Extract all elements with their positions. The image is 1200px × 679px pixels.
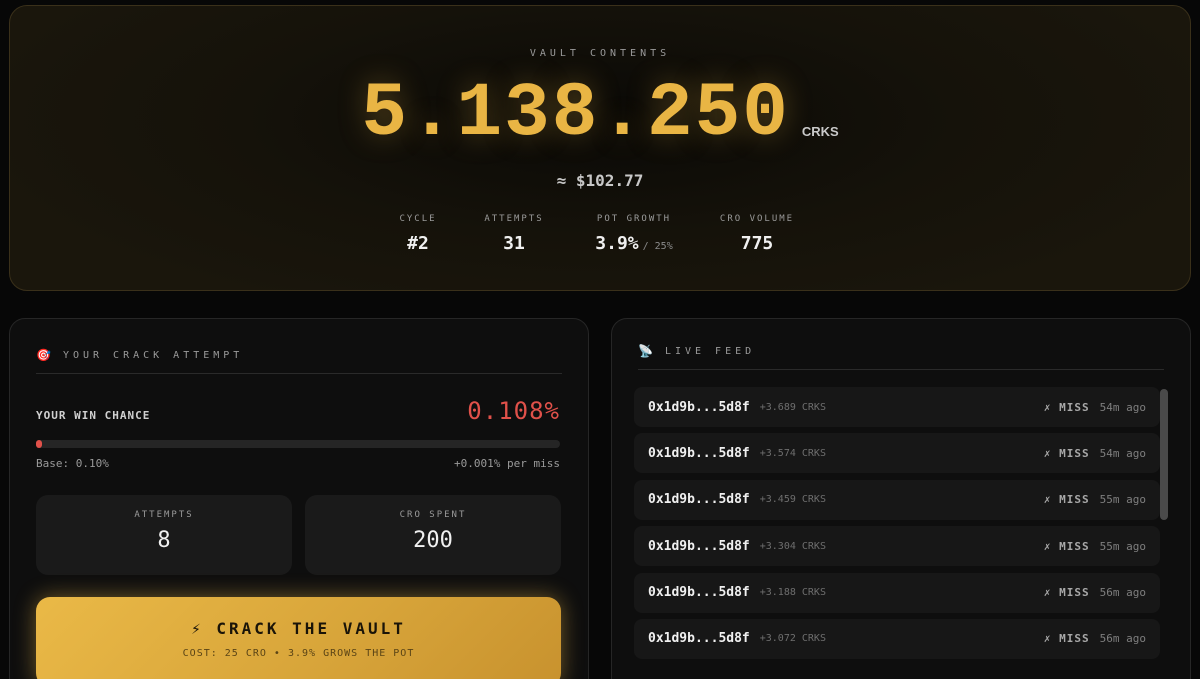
stat-attempts: ATTEMPTS 31: [468, 214, 560, 254]
feed-row[interactable]: 0x1d9b...5d8f +3.072 CRKS ✗ MISS 56m ago: [634, 618, 1160, 659]
vault-usd-value: ≈ $102.77: [556, 171, 644, 190]
feed-amount: +3.689 CRKS: [759, 401, 826, 413]
stat-cycle-value: #2: [407, 233, 429, 254]
win-chance-bar: [36, 440, 560, 448]
cro-spent-card: CRO SPENT 200: [305, 495, 561, 575]
vault-unit: CRKS: [801, 124, 839, 139]
vault-amount-row: 5.138.250 CRKS: [10, 72, 1190, 152]
stat-attempts-label: ATTEMPTS: [484, 214, 544, 224]
feed-row[interactable]: 0x1d9b...5d8f +3.574 CRKS ✗ MISS 54m ago: [634, 433, 1160, 474]
feed-address: 0x1d9b...5d8f: [648, 585, 750, 601]
cro-spent-card-value: 200: [413, 528, 453, 553]
stat-pot-growth-value: 3.9%: [595, 233, 639, 254]
feed-amount: +3.304 CRKS: [759, 540, 826, 552]
win-chance-value: 0.108%: [467, 397, 560, 425]
feed-row[interactable]: 0x1d9b...5d8f +3.304 CRKS ✗ MISS 55m ago: [634, 526, 1160, 567]
attempts-card-value: 8: [157, 528, 171, 553]
stat-cro-volume-label: CRO VOLUME: [719, 214, 795, 224]
feed-address: 0x1d9b...5d8f: [648, 492, 750, 508]
attempts-card-label: ATTEMPTS: [134, 510, 194, 520]
feed-result: ✗ MISS: [1043, 446, 1090, 460]
feed-address: 0x1d9b...5d8f: [648, 631, 750, 647]
feed-time: 56m ago: [1099, 632, 1146, 646]
stat-pot-growth-value-wrap: 3.9%/ 25%: [595, 233, 672, 254]
feed-result: ✗ MISS: [1043, 539, 1090, 553]
vault-panel: VAULT CONTENTS 5.138.250 CRKS ≈ $102.77 …: [9, 5, 1191, 291]
stat-cycle: CYCLE #2: [388, 214, 448, 254]
win-chance-bar-fill: [36, 440, 42, 448]
feed-address: 0x1d9b...5d8f: [648, 538, 750, 554]
feed-scrollbar[interactable]: [1160, 389, 1168, 520]
vault-amount: 5.138.250: [361, 71, 790, 157]
feed-time: 55m ago: [1099, 539, 1146, 553]
feed-panel-title: LIVE FEED: [664, 345, 756, 357]
stat-pot-growth-max: / 25%: [642, 241, 673, 252]
vault-stats: CYCLE #2 ATTEMPTS 31 POT GROWTH 3.9%/ 25…: [10, 214, 1190, 254]
stat-cro-volume-value: 775: [740, 233, 774, 254]
feed-row[interactable]: 0x1d9b...5d8f +3.689 CRKS ✗ MISS 54m ago: [634, 387, 1160, 427]
feed-amount: +3.459 CRKS: [759, 494, 826, 506]
feed-row[interactable]: 0x1d9b...5d8f +3.188 CRKS ✗ MISS 56m ago: [634, 572, 1160, 613]
feed-time: 56m ago: [1099, 586, 1146, 600]
crack-button-cost: COST: 25 CRO • 3.9% GROWS THE POT: [182, 648, 415, 659]
feed-amount: +3.188 CRKS: [759, 587, 826, 599]
feed-address: 0x1d9b...5d8f: [648, 445, 750, 461]
feed-time: 54m ago: [1099, 400, 1146, 414]
crack-panel-header: 🎯 YOUR CRACK ATTEMPT: [36, 345, 562, 374]
feed-result: ✗ MISS: [1043, 632, 1090, 646]
live-feed-panel: 📡 LIVE FEED 0x1d9b...5d8f +3.689 CRKS ✗ …: [611, 318, 1191, 679]
per-miss-label: +0.001% per miss: [454, 457, 560, 470]
target-icon: 🎯: [36, 348, 51, 362]
feed-result: ✗ MISS: [1043, 400, 1090, 414]
feed-time: 55m ago: [1099, 493, 1146, 507]
feed-address: 0x1d9b...5d8f: [648, 399, 750, 415]
feed-amount: +3.574 CRKS: [759, 447, 826, 459]
crack-the-vault-button[interactable]: ⚡ CRACK THE VAULT COST: 25 CRO • 3.9% GR…: [36, 597, 561, 679]
crack-attempt-panel: 🎯 YOUR CRACK ATTEMPT YOUR WIN CHANCE 0.1…: [9, 318, 589, 679]
stat-cycle-label: CYCLE: [399, 214, 437, 224]
vault-label: VAULT CONTENTS: [529, 48, 671, 59]
crack-panel-title: YOUR CRACK ATTEMPT: [62, 349, 244, 361]
feed-result: ✗ MISS: [1043, 586, 1090, 600]
feed-time: 54m ago: [1099, 446, 1146, 460]
feed-row[interactable]: 0x1d9b...5d8f +3.459 CRKS ✗ MISS 55m ago: [634, 479, 1160, 520]
feed-list[interactable]: 0x1d9b...5d8f +3.689 CRKS ✗ MISS 54m ago…: [634, 387, 1160, 665]
attempts-card: ATTEMPTS 8: [36, 495, 292, 575]
feed-panel-header: 📡 LIVE FEED: [638, 341, 1164, 370]
cro-spent-card-label: CRO SPENT: [399, 510, 467, 520]
stat-attempts-value: 31: [503, 233, 525, 254]
feed-amount: +3.072 CRKS: [759, 633, 826, 645]
win-chance-label: YOUR WIN CHANCE: [36, 409, 151, 422]
stat-cro-volume: CRO VOLUME 775: [702, 214, 812, 254]
satellite-icon: 📡: [638, 344, 653, 358]
stat-pot-growth-label: POT GROWTH: [596, 214, 672, 224]
crack-button-label: ⚡ CRACK THE VAULT: [191, 619, 406, 638]
feed-result: ✗ MISS: [1043, 493, 1090, 507]
stat-pot-growth: POT GROWTH 3.9%/ 25%: [574, 214, 694, 254]
base-chance-label: Base: 0.10%: [36, 457, 109, 470]
